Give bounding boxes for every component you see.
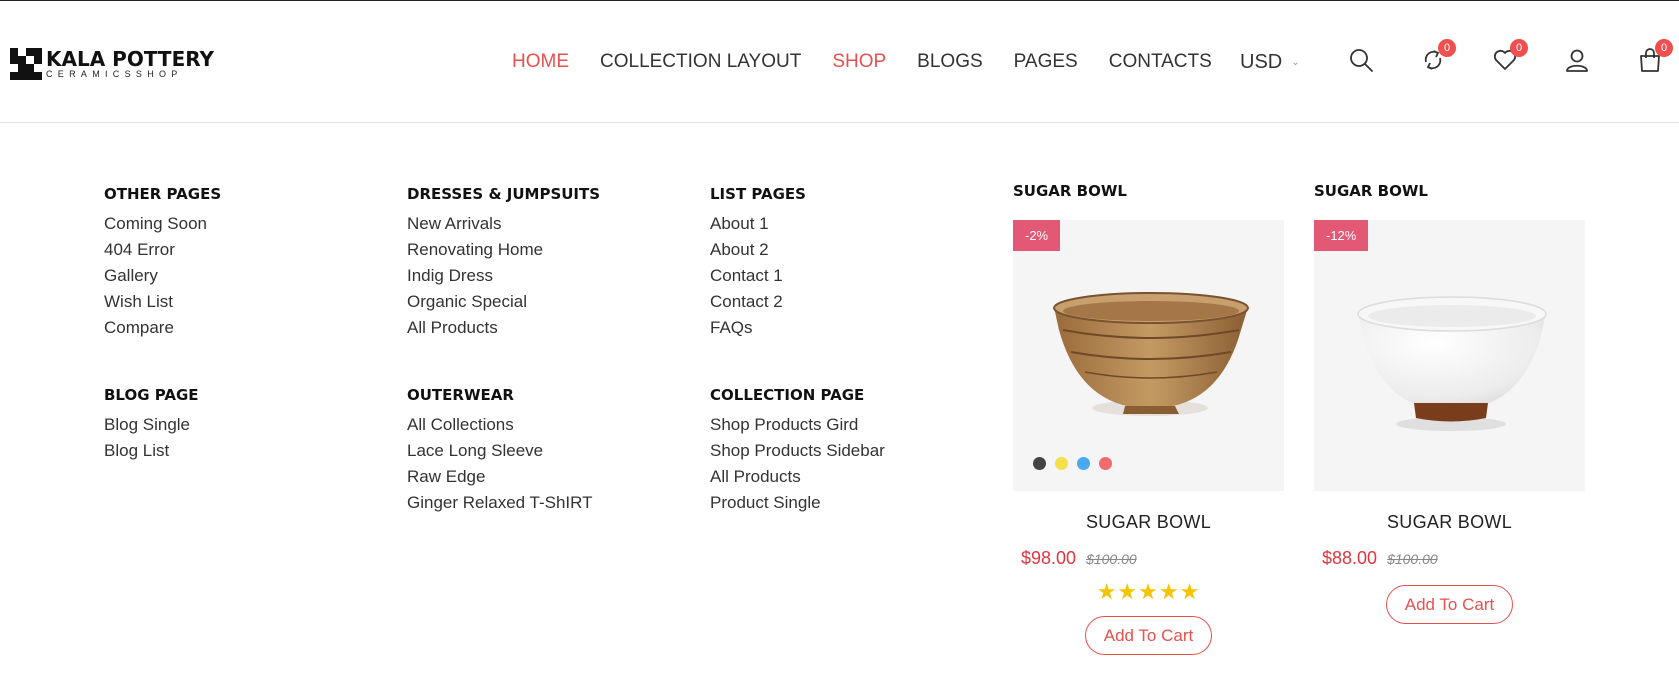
menu-heading-blog-page: BLOG PAGE <box>104 386 199 404</box>
discount-badge: -12% <box>1314 220 1369 251</box>
logo-mark-icon <box>10 48 42 80</box>
menu-link[interactable]: FAQs <box>710 315 806 341</box>
menu-heading-list-pages: LIST PAGES <box>710 185 806 203</box>
menu-link[interactable]: All Products <box>407 315 600 341</box>
menu-link[interactable]: All Products <box>710 464 885 490</box>
sale-price: $88.00 <box>1322 548 1378 568</box>
menu-link[interactable]: Gallery <box>104 263 221 289</box>
account-button[interactable] <box>1564 47 1590 73</box>
menu-link[interactable]: Contact 2 <box>710 289 806 315</box>
star-rating: ★★★★★ <box>1096 579 1201 604</box>
white-bowl-image <box>1357 296 1547 431</box>
menu-link[interactable]: Indig Dress <box>407 263 600 289</box>
menu-column-2: DRESSES & JUMPSUITS New Arrivals Renovat… <box>407 185 600 341</box>
menu-link[interactable]: Wish List <box>104 289 221 315</box>
menu-heading-other-pages: OTHER PAGES <box>104 185 222 203</box>
chevron-down-icon: ⌄ <box>1291 57 1300 68</box>
search-icon[interactable] <box>1348 47 1374 73</box>
nav-shop[interactable]: SHOP <box>832 51 886 73</box>
product-prices: $88.00 $100.00 <box>1314 548 1585 569</box>
menu-list-collection-page: Shop Products Gird Shop Products Sidebar… <box>710 412 885 516</box>
nav-contacts[interactable]: CONTACTS <box>1109 51 1212 73</box>
compare-button[interactable]: 0 <box>1420 39 1456 73</box>
brand-logo[interactable]: KALA POTTERY CERAMICSSHOP <box>10 48 214 80</box>
product-card-2: SUGAR BOWL -12% SUGAR BOWL $88.00 $100.0… <box>1314 182 1585 624</box>
product-card-1: SUGAR BOWL -2% SUGAR BOWL $98.00 $100.00… <box>1013 182 1284 655</box>
menu-list-outerwear: All Collections Lace Long Sleeve Raw Edg… <box>407 412 593 516</box>
menu-link[interactable]: Compare <box>104 315 221 341</box>
brand-name: KALA POTTERY <box>46 47 215 71</box>
menu-link[interactable]: Blog Single <box>104 412 199 438</box>
color-swatches <box>1033 457 1121 470</box>
menu-heading-dresses: DRESSES & JUMPSUITS <box>407 185 601 203</box>
original-price: $100.00 <box>1086 551 1137 567</box>
color-swatch[interactable] <box>1055 457 1068 470</box>
color-swatch[interactable] <box>1033 457 1046 470</box>
wishlist-count-badge: 0 <box>1510 39 1528 57</box>
brand-tagline: CERAMICSSHOP <box>46 69 183 79</box>
add-to-cart-button[interactable]: Add To Cart <box>1085 616 1212 655</box>
menu-link[interactable]: 404 Error <box>104 237 221 263</box>
menu-heading-outerwear: OUTERWEAR <box>407 386 514 404</box>
menu-link[interactable]: All Collections <box>407 412 593 438</box>
nav-home[interactable]: HOME <box>512 51 569 73</box>
product-image[interactable]: -12% <box>1314 220 1585 491</box>
color-swatch[interactable] <box>1077 457 1090 470</box>
product-name[interactable]: SUGAR BOWL <box>1314 512 1585 533</box>
menu-link[interactable]: New Arrivals <box>407 211 600 237</box>
menu-list-dresses: New Arrivals Renovating Home Indig Dress… <box>407 211 600 341</box>
menu-link[interactable]: Ginger Relaxed T-ShIRT <box>407 490 593 516</box>
menu-list-list-pages: About 1 About 2 Contact 1 Contact 2 FAQs <box>710 211 806 341</box>
menu-list-blog-page: Blog Single Blog List <box>104 412 199 464</box>
color-swatch[interactable] <box>1099 457 1112 470</box>
currency-selector[interactable]: USD ⌄ <box>1240 51 1300 74</box>
compare-count-badge: 0 <box>1438 39 1456 57</box>
product-name[interactable]: SUGAR BOWL <box>1013 512 1284 533</box>
nav-collection-layout[interactable]: COLLECTION LAYOUT <box>600 51 801 73</box>
menu-column-1b: BLOG PAGE Blog Single Blog List <box>104 386 199 464</box>
nav-blogs[interactable]: BLOGS <box>917 51 982 73</box>
menu-column-1: OTHER PAGES Coming Soon 404 Error Galler… <box>104 185 221 341</box>
nav-pages[interactable]: PAGES <box>1014 51 1078 73</box>
wishlist-button[interactable]: 0 <box>1492 39 1528 73</box>
menu-column-3: LIST PAGES About 1 About 2 Contact 1 Con… <box>710 185 806 341</box>
menu-column-2b: OUTERWEAR All Collections Lace Long Slee… <box>407 386 593 516</box>
menu-column-3b: COLLECTION PAGE Shop Products Gird Shop … <box>710 386 885 516</box>
menu-link[interactable]: About 2 <box>710 237 806 263</box>
patterned-bowl-image <box>1053 292 1249 416</box>
menu-heading-collection-page: COLLECTION PAGE <box>710 386 865 404</box>
menu-link[interactable]: Shop Products Gird <box>710 412 885 438</box>
sale-price: $98.00 <box>1021 548 1077 568</box>
product-section-heading: SUGAR BOWL <box>1314 182 1428 200</box>
product-prices: $98.00 $100.00 <box>1013 548 1284 569</box>
site-header: KALA POTTERY CERAMICSSHOP HOME COLLECTIO… <box>0 1 1679 123</box>
currency-value: USD <box>1240 51 1283 73</box>
product-section-heading: SUGAR BOWL <box>1013 182 1127 200</box>
main-nav: HOME COLLECTION LAYOUT SHOP BLOGS PAGES … <box>512 51 1243 73</box>
menu-link[interactable]: About 1 <box>710 211 806 237</box>
add-to-cart-button[interactable]: Add To Cart <box>1386 585 1513 624</box>
menu-list-other-pages: Coming Soon 404 Error Gallery Wish List … <box>104 211 221 341</box>
discount-badge: -2% <box>1013 220 1061 251</box>
product-image[interactable]: -2% <box>1013 220 1284 491</box>
cart-count-badge: 0 <box>1655 39 1673 57</box>
menu-link[interactable]: Organic Special <box>407 289 600 315</box>
cart-button[interactable]: 0 <box>1637 39 1673 73</box>
menu-link[interactable]: Lace Long Sleeve <box>407 438 593 464</box>
menu-link[interactable]: Product Single <box>710 490 885 516</box>
original-price: $100.00 <box>1387 551 1438 567</box>
menu-link[interactable]: Renovating Home <box>407 237 600 263</box>
menu-link[interactable]: Contact 1 <box>710 263 806 289</box>
menu-link[interactable]: Raw Edge <box>407 464 593 490</box>
user-icon <box>1566 49 1588 72</box>
menu-link[interactable]: Coming Soon <box>104 211 221 237</box>
menu-link[interactable]: Shop Products Sidebar <box>710 438 885 464</box>
menu-link[interactable]: Blog List <box>104 438 199 464</box>
